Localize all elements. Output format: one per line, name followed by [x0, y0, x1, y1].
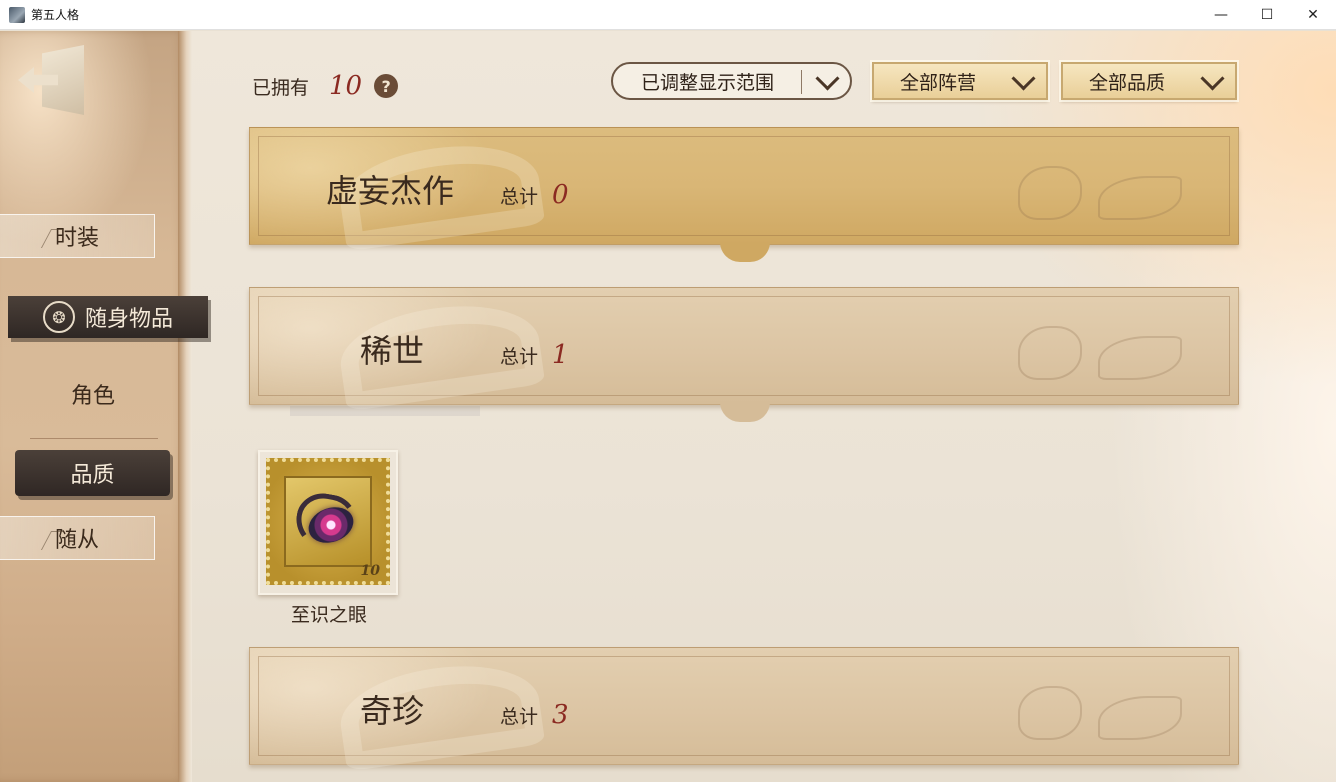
item-name: 至识之眼 [290, 604, 367, 626]
category-total: 总计 3 [500, 700, 569, 730]
total-count: 1 [552, 340, 569, 370]
minimize-button[interactable]: — [1198, 0, 1244, 30]
sidebar-item-accessories[interactable]: ❂ 随身物品 [8, 296, 208, 338]
category-banner-rare[interactable]: 稀世 总计 1 [249, 287, 1239, 422]
sidebar-item-label: 品质 [70, 463, 115, 488]
maximize-button[interactable]: ☐ [1244, 0, 1290, 30]
banner-notch [720, 402, 770, 422]
item-card[interactable]: 10 [258, 450, 398, 595]
sidebar-item-label: 角色 [70, 384, 115, 409]
sidebar-divider [30, 438, 158, 439]
item-stamp-value: 10 [360, 563, 380, 579]
sidebar-edge [178, 31, 192, 782]
chevron-down-icon [1199, 72, 1223, 90]
dropdown-separator [801, 70, 802, 94]
dropdown-label: 已调整显示范围 [641, 71, 775, 94]
category-total: 总计 1 [500, 340, 569, 370]
total-label: 总计 [500, 346, 539, 368]
sidebar-item-costumes[interactable]: 时装 [0, 214, 155, 258]
dropdown-label: 全部品质 [1089, 71, 1166, 94]
owned-label: 已拥有 [252, 76, 310, 99]
app-icon [9, 6, 25, 23]
total-label: 总计 [500, 186, 539, 208]
category-total: 总计 0 [500, 180, 569, 210]
chevron-down-icon [814, 72, 838, 90]
item-stamp-inner [284, 476, 372, 567]
faction-dropdown[interactable]: 全部阵营 [870, 60, 1050, 102]
category-name: 虚妄杰作 [326, 172, 455, 210]
sidebar-item-quality[interactable]: 品质 [15, 450, 170, 496]
sidebar-item-character[interactable]: 角色 [20, 374, 166, 414]
category-name: 奇珍 [360, 692, 425, 730]
quality-dropdown[interactable]: 全部品质 [1059, 60, 1239, 102]
category-banner-masterpiece[interactable]: 虚妄杰作 总计 0 [249, 127, 1239, 262]
shield-emblem-icon: ❂ [42, 301, 75, 333]
sidebar-item-label: 随从 [54, 528, 99, 553]
help-icon[interactable]: ? [374, 74, 399, 98]
window-controls: — ☐ ✕ [1198, 0, 1336, 30]
chevron-down-icon [1010, 72, 1034, 90]
total-label: 总计 [500, 706, 539, 728]
close-button[interactable]: ✕ [1290, 0, 1336, 30]
window-title: 第五人格 [31, 8, 80, 22]
category-name: 稀世 [360, 332, 425, 370]
total-count: 0 [552, 180, 569, 210]
owned-count: 10 [329, 71, 363, 101]
sidebar-item-followers[interactable]: 随从 [0, 516, 155, 560]
sidebar-item-label: 时装 [54, 226, 99, 251]
banner-notch [720, 242, 770, 262]
title-bar: 第五人格 — ☐ ✕ [0, 0, 1336, 30]
decor-flower [978, 306, 1208, 396]
paper-stain [290, 406, 480, 416]
decor-flower [978, 146, 1208, 236]
display-range-dropdown[interactable]: 已调整显示范围 [611, 62, 852, 100]
decor-flower [978, 666, 1208, 756]
item-stamp: 10 [266, 458, 390, 585]
category-banner-treasure[interactable]: 奇珍 总计 3 [249, 647, 1239, 772]
owned-counter: 已拥有 10 ? [252, 71, 399, 101]
back-button[interactable] [16, 45, 86, 117]
total-count: 3 [552, 700, 569, 730]
sidebar-item-label: 随身物品 [84, 307, 173, 332]
dropdown-label: 全部阵营 [900, 71, 977, 94]
game-viewport: 时装 ❂ 随身物品 角色 品质 随从 已拥有 10 ? 已调整显示范围 全部阵营… [0, 31, 1336, 782]
